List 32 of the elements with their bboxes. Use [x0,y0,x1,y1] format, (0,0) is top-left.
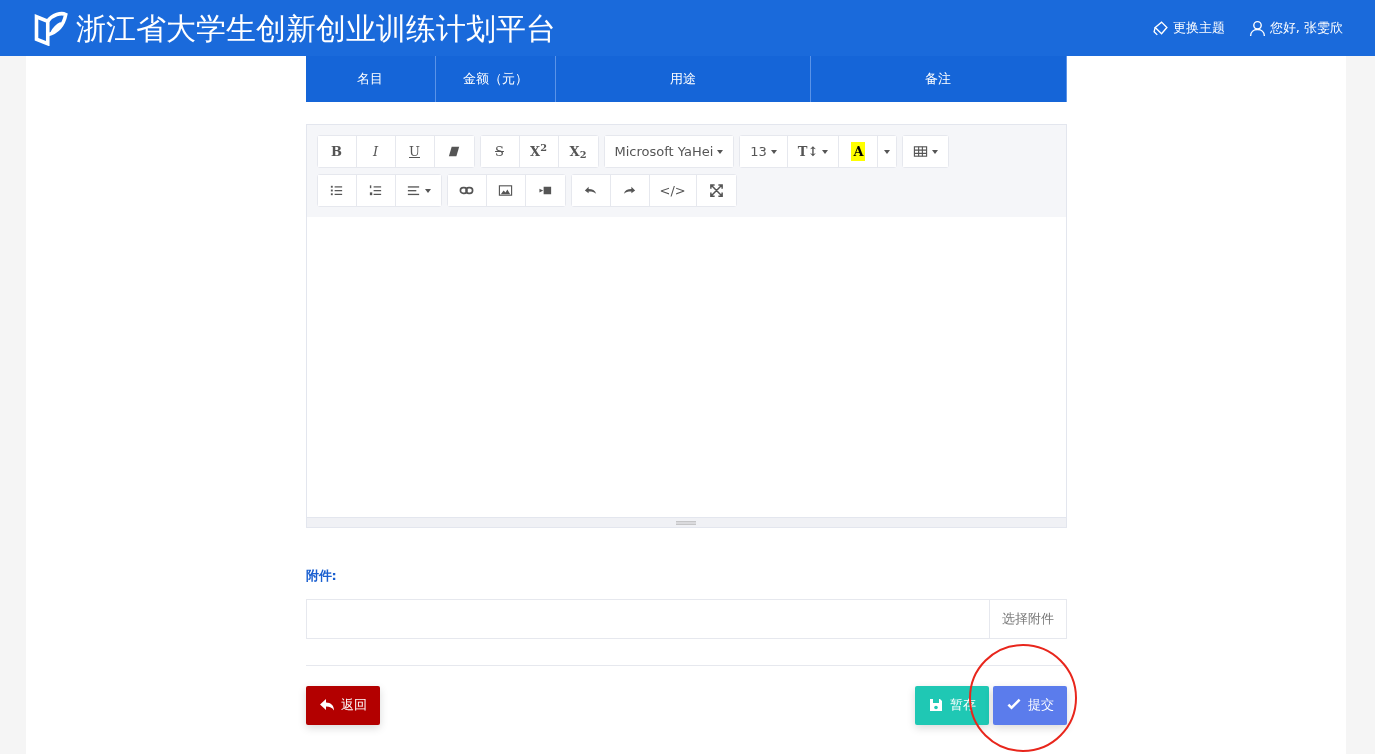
table-button[interactable] [903,136,949,167]
bulleted-list-button[interactable] [317,175,357,206]
submit-button[interactable]: 提交 [992,685,1067,725]
font-family-dropdown[interactable]: Microsoft YaHei [604,136,734,167]
link-button[interactable] [447,175,487,206]
table-icon [913,144,929,159]
resize-handle-icon[interactable] [676,518,696,527]
font-size-dropdown[interactable]: 13 [740,136,788,167]
theme-link[interactable]: 更换主题 [1151,18,1225,38]
brush-icon [1151,19,1169,37]
site-title: 浙江省大学生创新创业训练计划平台 [76,9,556,48]
back-button[interactable]: 返回 [305,685,380,725]
reply-arrow-icon [318,697,335,713]
logo-icon [32,10,68,46]
undo-button[interactable] [571,175,611,206]
user-icon [1248,19,1266,37]
save-icon [927,697,944,713]
user-menu-link[interactable]: 您好, 张雯欣 [1248,18,1343,38]
strikethrough-button[interactable]: S [480,136,520,167]
column-header: 备注 [810,56,1067,102]
fullscreen-icon [708,183,724,198]
bold-button[interactable]: B [317,136,357,167]
bulleted-list-icon [329,183,344,198]
column-header: 名目 [305,56,436,102]
column-header: 用途 [555,56,811,102]
eraser-icon [446,144,462,159]
image-icon [498,183,513,198]
align-icon [405,183,421,198]
column-header: 金额（元） [435,56,556,102]
numbered-list-icon [368,183,383,198]
attachment-field[interactable]: 选择附件 [305,598,1067,639]
attachment-label: 附件: [305,567,338,585]
